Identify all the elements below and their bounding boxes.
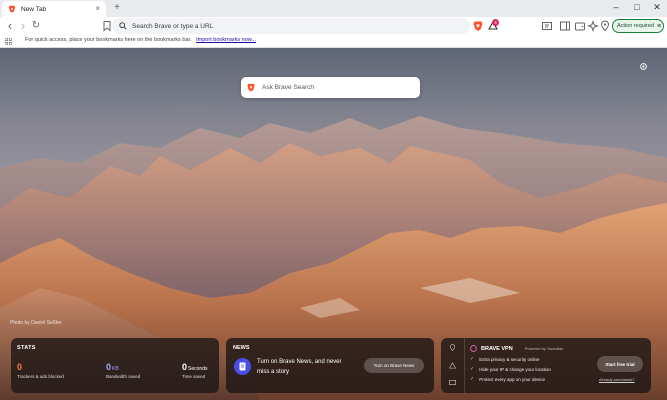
leo-ai-icon[interactable] bbox=[587, 20, 599, 32]
stat-label: Time saved bbox=[182, 374, 206, 379]
brave-lion-icon bbox=[8, 5, 16, 13]
bookmarks-bar: For quick access, place your bookmarks h… bbox=[0, 35, 667, 48]
vpn-feature-text: Hide your IP & change your location bbox=[479, 366, 551, 372]
vpn-divider bbox=[464, 338, 465, 393]
stat-unit: Seconds bbox=[188, 366, 208, 372]
action-required-button[interactable]: Action required ≡ bbox=[612, 19, 664, 33]
wallet-icon[interactable] bbox=[574, 20, 586, 32]
sidebar-icon[interactable] bbox=[559, 20, 571, 32]
address-bar[interactable]: Search Brave or type a URL bbox=[112, 18, 470, 34]
reload-button[interactable]: ↻ bbox=[30, 20, 42, 32]
brave-vpn-icon bbox=[470, 345, 477, 352]
brave-search-icon bbox=[247, 83, 255, 92]
tab-strip: New Tab × + – □ ✕ bbox=[0, 0, 667, 17]
vpn-card-icon[interactable] bbox=[449, 379, 456, 386]
stat-time: 0Seconds Time saved bbox=[182, 362, 207, 379]
apps-grid-icon[interactable] bbox=[5, 38, 12, 45]
turn-on-news-button[interactable]: Turn on Brave News bbox=[364, 358, 424, 373]
reader-mode-icon[interactable] bbox=[541, 20, 553, 32]
stats-widget: STATS 0 Trackers & ads blocked 0KB Bandw… bbox=[11, 338, 219, 393]
import-bookmarks-link[interactable]: Import bookmarks now... bbox=[196, 37, 256, 43]
news-promo-text: Turn on Brave News, and never miss a sto… bbox=[257, 359, 342, 375]
stat-value: 0 bbox=[17, 362, 23, 372]
address-bar-placeholder: Search Brave or type a URL bbox=[132, 22, 214, 30]
vpn-title: BRAVE VPN bbox=[481, 345, 513, 352]
brave-shields-icon[interactable] bbox=[472, 20, 484, 32]
check-icon: ✓ bbox=[470, 356, 475, 362]
vpn-feature: ✓ Extra privacy & security online bbox=[470, 356, 539, 362]
close-window-button[interactable]: ✕ bbox=[650, 2, 664, 13]
check-icon: ✓ bbox=[470, 376, 475, 382]
photo-credit: Photo by Daniel Seßler bbox=[10, 320, 62, 326]
tab-new-tab[interactable]: New Tab × bbox=[2, 1, 106, 17]
news-widget: NEWS Turn on Brave News, and never miss … bbox=[226, 338, 434, 393]
stat-label: Trackers & ads blocked bbox=[17, 374, 64, 379]
tab-close-icon[interactable]: × bbox=[95, 4, 100, 13]
menu-icon: ≡ bbox=[657, 22, 662, 30]
vpn-feature: ✓ Protect every app on your device bbox=[470, 376, 545, 382]
brave-news-icon bbox=[234, 358, 251, 375]
minimize-button[interactable]: – bbox=[609, 2, 623, 12]
stat-label: Bandwidth saved bbox=[106, 374, 141, 379]
search-placeholder: Ask Brave Search bbox=[262, 84, 315, 91]
vpn-alert-icon[interactable] bbox=[449, 362, 456, 369]
toolbar: ‹ › ↻ Search Brave or type a URL 4 Actio… bbox=[0, 17, 667, 35]
forward-button[interactable]: › bbox=[17, 19, 29, 32]
tab-title: New Tab bbox=[21, 5, 47, 13]
vpn-feature-text: Protect every app on your device bbox=[479, 376, 545, 382]
back-button[interactable]: ‹ bbox=[4, 19, 16, 32]
vpn-widget: BRAVE VPN Powered by Guardian ✓ Extra pri… bbox=[441, 338, 651, 393]
new-tab-page: Ask Brave Search Photo by Daniel Seßler … bbox=[0, 48, 667, 400]
rewards-badge: 4 bbox=[492, 19, 499, 26]
vpn-header: BRAVE VPN Powered by Guardian bbox=[470, 345, 563, 352]
stat-trackers: 0 Trackers & ads blocked bbox=[17, 362, 64, 379]
vpn-feature-text: Extra privacy & security online bbox=[479, 356, 540, 362]
stat-value: 0 bbox=[106, 362, 112, 372]
bookmarks-bar-message: For quick access, place your bookmarks h… bbox=[25, 37, 256, 43]
vpn-location-icon[interactable] bbox=[449, 344, 456, 351]
check-icon: ✓ bbox=[470, 366, 475, 372]
stat-bandwidth: 0KB Bandwidth saved bbox=[106, 362, 140, 379]
stats-title: STATS bbox=[17, 345, 36, 351]
search-icon bbox=[119, 22, 127, 30]
new-tab-button[interactable]: + bbox=[111, 2, 123, 13]
already-purchased-link[interactable]: Already purchased? bbox=[599, 377, 635, 382]
vpn-powered-by: Powered by Guardian bbox=[524, 346, 564, 351]
settings-gear-icon[interactable] bbox=[639, 62, 648, 71]
news-title: NEWS bbox=[233, 345, 250, 351]
start-free-trial-button[interactable]: Start free trial bbox=[597, 356, 643, 372]
stat-value: 0 bbox=[182, 362, 188, 372]
maximize-button[interactable]: □ bbox=[630, 2, 644, 12]
vpn-feature: ✓ Hide your IP & change your location bbox=[470, 366, 551, 372]
stat-unit: KB bbox=[112, 366, 119, 372]
bookmarks-hint-text: For quick access, place your bookmarks h… bbox=[25, 37, 192, 43]
action-required-label: Action required bbox=[617, 23, 654, 29]
location-icon[interactable] bbox=[599, 20, 611, 32]
brave-search-box[interactable]: Ask Brave Search bbox=[241, 77, 420, 98]
